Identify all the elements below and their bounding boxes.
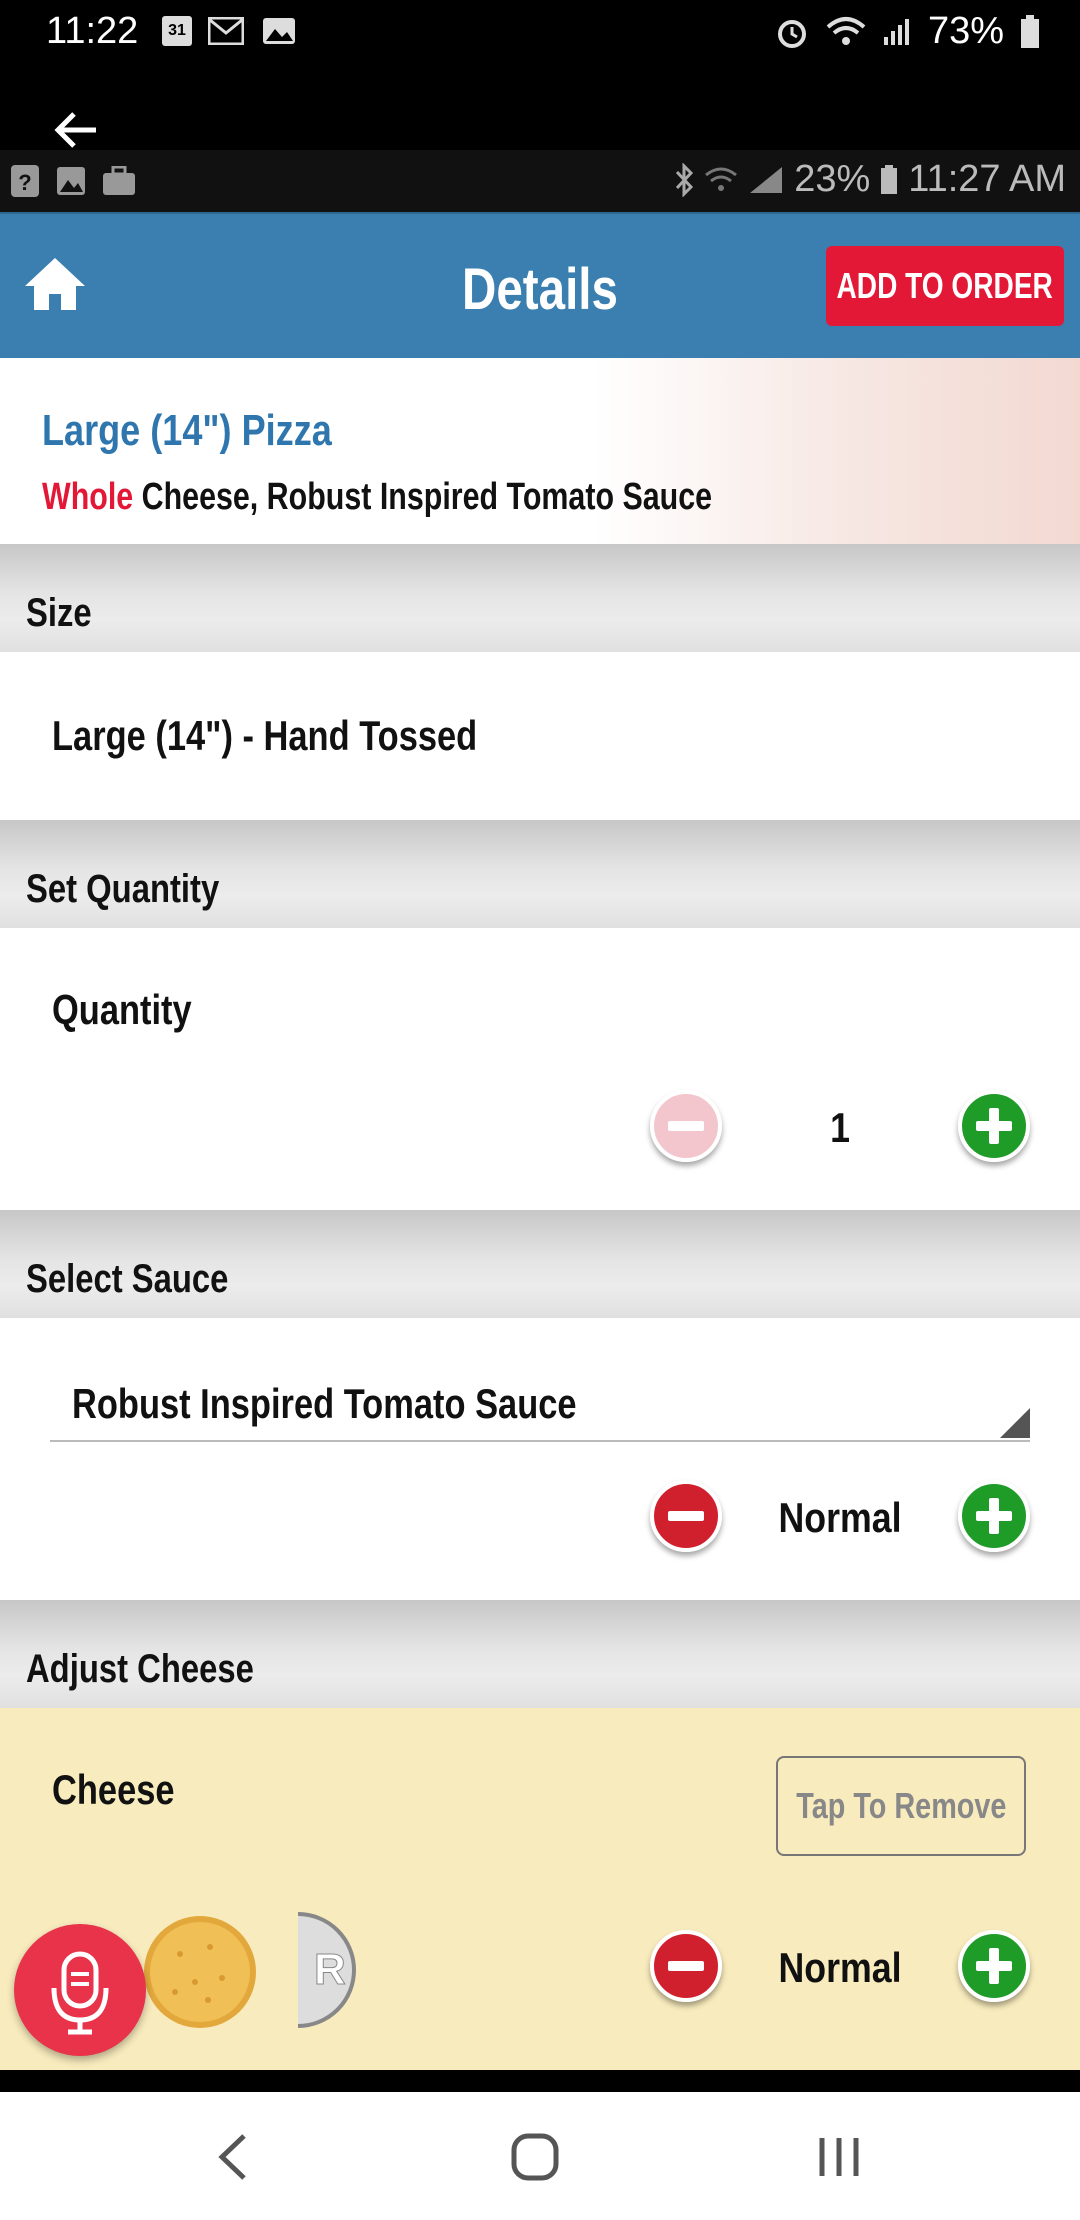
battery-percent: 73%	[927, 10, 1004, 52]
image-icon	[57, 167, 85, 195]
signal-icon	[750, 166, 783, 193]
svg-text:?: ?	[18, 170, 31, 195]
nav-recents-icon[interactable]	[804, 2122, 874, 2192]
help-icon: ?	[11, 165, 39, 197]
product-summary: Large (14") Pizza Whole Cheese, Robust I…	[0, 358, 1080, 544]
calendar-icon: 31	[162, 16, 192, 46]
size-section-header: Size	[0, 544, 1080, 652]
dropdown-caret-icon	[1000, 1408, 1030, 1438]
microphone-icon	[51, 1951, 109, 2035]
cheese-header-label: Adjust Cheese	[26, 1647, 254, 1691]
sauce-selected-value: Robust Inspired Tomato Sauce	[72, 1380, 577, 1427]
voice-assistant-button[interactable]	[14, 1924, 146, 2056]
sauce-select[interactable]: Robust Inspired Tomato Sauce	[50, 1366, 1030, 1442]
sauce-section-header: Select Sauce	[0, 1210, 1080, 1318]
add-to-order-label: ADD TO ORDER	[836, 265, 1054, 306]
portion-label: Whole	[42, 476, 134, 518]
back-arrow-icon[interactable]	[50, 105, 100, 155]
app-bar: Details ADD TO ORDER	[0, 212, 1080, 358]
quantity-label: Quantity	[52, 986, 192, 1033]
size-value[interactable]: Large (14") - Hand Tossed	[52, 712, 477, 760]
plus-icon	[958, 1090, 1030, 1162]
plus-icon	[958, 1480, 1030, 1552]
cheese-increase-button[interactable]	[958, 1930, 1030, 2002]
inner-battery-percent: 23%	[794, 158, 871, 200]
inner-status-bar: ? 23% 11:27 AM	[0, 150, 1080, 212]
sauce-increase-button[interactable]	[958, 1480, 1030, 1552]
briefcase-icon	[103, 166, 135, 195]
cheese-section-header: Adjust Cheese	[0, 1600, 1080, 1708]
quantity-decrease-button[interactable]	[650, 1090, 722, 1162]
signal-icon	[883, 18, 909, 45]
right-half-badge-icon[interactable]: R	[288, 1912, 358, 2028]
sauce-amount: Normal	[778, 1494, 902, 1541]
battery-icon	[881, 164, 898, 194]
product-description: Whole Cheese, Robust Inspired Tomato Sau…	[42, 476, 712, 519]
minus-icon	[650, 1930, 722, 2002]
cheese-topping-icon	[144, 1916, 256, 2028]
minus-icon	[650, 1090, 722, 1162]
cheese-label: Cheese	[52, 1766, 175, 1813]
bluetooth-icon	[676, 162, 694, 197]
inner-status-right: 23% 11:27 AM	[674, 158, 1066, 201]
plus-icon	[958, 1930, 1030, 2002]
system-right-icons: 73%	[774, 10, 1040, 53]
cheese-decrease-button[interactable]	[650, 1930, 722, 2002]
sauce-decrease-button[interactable]	[650, 1480, 722, 1552]
home-icon[interactable]	[22, 254, 88, 314]
nav-home-icon[interactable]	[500, 2122, 570, 2192]
add-to-order-button[interactable]: ADD TO ORDER	[826, 246, 1064, 326]
cheese-amount: Normal	[778, 1944, 902, 1991]
system-status-bar: 11:22 31 73%	[0, 0, 1080, 150]
wifi-icon	[826, 16, 866, 45]
wifi-icon	[705, 167, 738, 191]
alarm-icon	[777, 19, 806, 48]
quantity-header-label: Set Quantity	[26, 867, 220, 911]
details-content: Large (14") Pizza Whole Cheese, Robust I…	[0, 358, 1080, 2070]
inner-time: 11:27 AM	[908, 158, 1066, 200]
minus-icon	[650, 1480, 722, 1552]
system-navigation-bar	[0, 2092, 1080, 2220]
sauce-header-label: Select Sauce	[26, 1257, 229, 1301]
system-time: 11:22	[46, 10, 139, 52]
nav-back-icon[interactable]	[200, 2122, 270, 2192]
product-title: Large (14") Pizza	[42, 406, 332, 455]
gallery-icon	[262, 16, 296, 46]
battery-icon	[1021, 14, 1039, 48]
toppings-summary: Cheese, Robust Inspired Tomato Sauce	[141, 476, 713, 518]
quantity-increase-button[interactable]	[958, 1090, 1030, 1162]
quantity-section-header: Set Quantity	[0, 820, 1080, 928]
size-header-label: Size	[26, 591, 92, 635]
quantity-value: 1	[830, 1104, 850, 1151]
tap-to-remove-button[interactable]: Tap To Remove	[776, 1756, 1026, 1856]
badge-letter: R	[314, 1945, 346, 1994]
gmail-icon	[208, 16, 244, 46]
tap-to-remove-label: Tap To Remove	[795, 1785, 1007, 1826]
